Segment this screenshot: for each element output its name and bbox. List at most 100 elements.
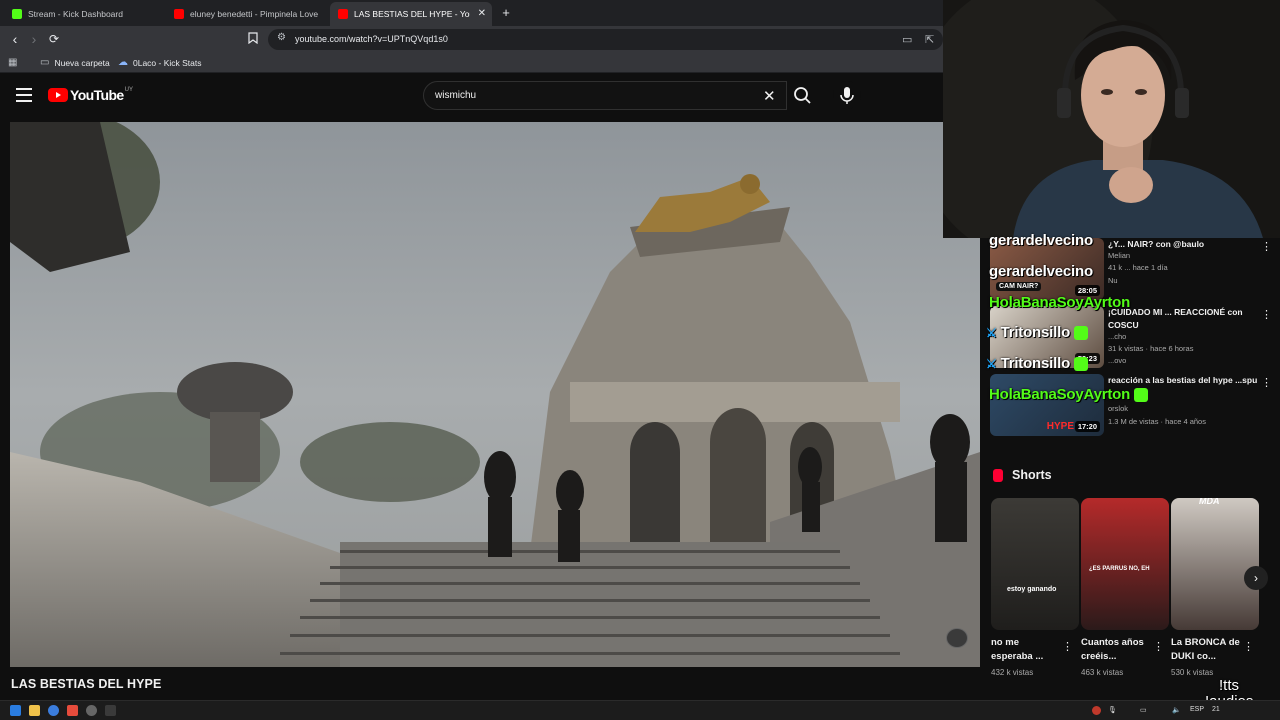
sword-badge-icon: ⚔ <box>986 326 997 340</box>
file-explorer-icon[interactable] <box>29 705 40 716</box>
folder-icon: ▭ <box>40 57 50 68</box>
youtube-logo[interactable]: YouTube UY <box>48 87 133 103</box>
emote-icon <box>1074 326 1089 341</box>
chat-username: HolaBanaSoyAyrton <box>989 294 1131 311</box>
emote-icon <box>1074 357 1089 372</box>
network-tray-icon[interactable]: ▭ <box>1140 706 1147 714</box>
more-options-icon[interactable]: ⋮ <box>1062 640 1073 653</box>
windows-taskbar: 🎙 ▭ 🔈 ESP 21 <box>0 700 1280 720</box>
tab-title: eluney benedetti - Pimpinela Love (p <box>190 9 318 19</box>
tab-title: Stream - Kick Dashboard <box>28 9 123 19</box>
share-icon[interactable]: ⇱ <box>925 33 934 46</box>
channel-name[interactable]: orslok <box>1108 404 1128 413</box>
reload-button[interactable]: ⟳ <box>46 31 62 47</box>
start-icon[interactable] <box>10 705 21 716</box>
video-meta-extra: Nu <box>1108 276 1118 285</box>
short-caption: estoy ganando <box>1007 586 1057 593</box>
thumbnail-caption: CAM NAIR? <box>996 282 1042 291</box>
tab-kick-dashboard[interactable]: Stream - Kick Dashboard <box>4 2 164 26</box>
tts-command: !tts <box>1219 677 1240 694</box>
language-indicator[interactable]: ESP <box>1190 706 1204 713</box>
short-caption: MDA <box>1199 498 1220 506</box>
more-options-icon[interactable]: ⋮ <box>1153 640 1164 653</box>
bookmark-label: 0Laco - Kick Stats <box>133 57 202 68</box>
video-duration: 17:20 <box>1074 421 1100 432</box>
more-options-icon[interactable]: ⋮ <box>1261 240 1272 253</box>
short-thumbnail[interactable]: MDA <box>1171 498 1259 630</box>
microphone-icon <box>840 87 854 104</box>
screen: { "browser": { "tabs": [ {"title": "Stre… <box>0 0 1280 720</box>
emote-icon <box>1134 388 1149 403</box>
shorts-header: Shorts <box>993 468 1052 482</box>
more-options-icon[interactable]: ⋮ <box>1243 640 1254 653</box>
chrome-icon[interactable] <box>48 705 59 716</box>
more-options-icon[interactable]: ⋮ <box>1261 376 1272 389</box>
cast-icon[interactable]: ▭ <box>902 33 912 46</box>
back-button[interactable]: ‹ <box>7 31 23 47</box>
video-frame-image <box>10 122 980 667</box>
search-query: wismichu <box>435 90 477 101</box>
brave-icon[interactable] <box>67 705 78 716</box>
short-thumbnail[interactable]: estoy ganando <box>991 498 1079 630</box>
obs-icon[interactable] <box>86 705 97 716</box>
site-info-icon[interactable]: ⚙ <box>277 32 286 43</box>
search-icon <box>794 87 811 104</box>
search-button[interactable] <box>787 81 817 110</box>
forward-button[interactable]: › <box>26 31 42 47</box>
shorts-next-button[interactable]: › <box>1244 566 1268 590</box>
chat-username: Tritonsillo <box>1000 324 1071 341</box>
kick-stats-icon: ☁ <box>118 57 128 68</box>
url-text: youtube.com/watch?v=UPTnQVqd1s0 <box>295 34 448 44</box>
video-title: ¿Y... NAIR? con @baulo <box>1108 239 1205 249</box>
record-indicator-icon[interactable] <box>1092 706 1101 715</box>
channel-watermark-icon[interactable] <box>946 628 968 648</box>
video-meta-extra: ...ovo <box>1108 356 1127 365</box>
search-input[interactable]: wismichu ✕ <box>423 81 787 110</box>
video-thumbnail[interactable]: HYPE 17:20 <box>990 374 1104 436</box>
address-bar[interactable]: ⚙ youtube.com/watch?v=UPTnQVqd1s0 <box>268 29 943 50</box>
thumbnail-caption: HYPE <box>1046 421 1074 432</box>
new-tab-button[interactable]: + <box>498 5 514 21</box>
recommended-video[interactable]: HYPE 17:20 reacción a las bestias del hy… <box>990 374 1272 436</box>
sword-badge-icon: ⚔ <box>986 357 997 371</box>
shorts-icon <box>993 468 1003 482</box>
short-title[interactable]: no me esperaba ... <box>991 636 1061 664</box>
clock[interactable]: 21 <box>1212 706 1220 713</box>
close-tab-icon[interactable]: ✕ <box>478 8 486 19</box>
short-caption: ¿ES PARRUS NO, EH <box>1089 566 1150 572</box>
app-icon[interactable] <box>105 705 116 716</box>
video-title: ¡CUIDADO MI ... REACCIONÉ con COSCU <box>1108 307 1243 330</box>
short-title[interactable]: Cuantos años creéis... <box>1081 636 1151 664</box>
video-meta: 31 k vistas · hace 6 horas <box>1108 344 1194 353</box>
video-title: LAS BESTIAS DEL HYPE <box>11 677 162 691</box>
bookmark-nueva-carpeta[interactable]: ▭ Nueva carpeta <box>40 57 110 68</box>
youtube-icon <box>174 9 184 19</box>
volume-tray-icon[interactable]: 🔈 <box>1172 706 1181 714</box>
bookmark-label: Nueva carpeta <box>54 57 110 68</box>
video-meta: 41 k ... hace 1 día <box>1108 263 1168 272</box>
video-player[interactable] <box>10 122 980 667</box>
short-views: 530 k vistas <box>1171 668 1214 677</box>
menu-icon[interactable] <box>16 88 32 102</box>
short-title[interactable]: La BRONCA de DUKI co... <box>1171 636 1241 664</box>
apps-icon[interactable]: ▦ <box>8 57 22 68</box>
bookmark-icon[interactable] <box>248 32 260 46</box>
channel-name[interactable]: ...cho <box>1108 332 1126 341</box>
chat-username: HolaBanaSoyAyrton <box>989 386 1131 403</box>
short-thumbnail[interactable]: ¿ES PARRUS NO, EH <box>1081 498 1169 630</box>
mic-tray-icon[interactable]: 🎙 <box>1108 706 1117 714</box>
youtube-icon <box>338 9 348 19</box>
channel-name[interactable]: Melian <box>1108 251 1130 260</box>
tab-las-bestias-del-hype[interactable]: LAS BESTIAS DEL HYPE - YouTub ✕ <box>330 2 492 26</box>
streamer-webcam-image <box>943 0 1280 238</box>
chat-message: HolaBanaSoyAyrton <box>989 386 1149 403</box>
chat-message: ⚔ Tritonsillo <box>986 324 1089 341</box>
bookmark-kick-stats[interactable]: ☁ 0Laco - Kick Stats <box>118 57 202 68</box>
clear-search-icon[interactable]: ✕ <box>763 87 776 105</box>
more-options-icon[interactable]: ⋮ <box>1261 308 1272 321</box>
tab-pimpinela-love[interactable]: eluney benedetti - Pimpinela Love (p <box>166 2 326 26</box>
youtube-play-icon <box>48 88 68 102</box>
webcam-overlay <box>943 0 1280 238</box>
shorts-title: Shorts <box>1012 468 1052 482</box>
voice-search-button[interactable] <box>833 81 861 109</box>
